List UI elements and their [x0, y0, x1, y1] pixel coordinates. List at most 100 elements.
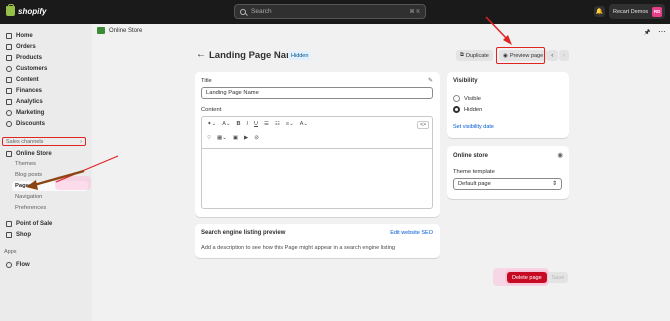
magic-icon[interactable]: ✎	[428, 77, 433, 84]
sidebar-item-point-of-sale[interactable]: Point of Sale	[4, 218, 88, 229]
sidebar-sub-themes[interactable]: Themes	[15, 159, 36, 169]
shopify-logo[interactable]: shopify	[6, 4, 46, 16]
delete-page-button[interactable]: Delete page	[507, 272, 547, 283]
title-input[interactable]: Landing Page Name	[201, 87, 433, 99]
clear-format-icon[interactable]: ⊘	[254, 135, 259, 141]
annotation-highlight-box	[496, 47, 545, 64]
sidebar-item-label: Orders	[16, 43, 36, 50]
shop-icon	[6, 231, 12, 238]
sidebar-item-home[interactable]: Home	[4, 30, 88, 41]
visibility-card: Visibility Visible Hidden Set visibility…	[447, 72, 569, 138]
link-icon[interactable]: ⚲	[207, 135, 211, 141]
select-value: Default page	[458, 181, 491, 187]
rich-text-toolbar: ✦⌄ A⌄ B I U ☰ ☷ ≡⌄ A⌄ <> ⚲ ▦⌄ ▣ ▶ ⊘	[201, 116, 433, 150]
sidebar-item-label: Analytics	[16, 98, 43, 105]
radio-label: Hidden	[464, 106, 483, 113]
search-bar[interactable]: Search ⌘ K	[234, 4, 426, 19]
visibility-title: Visibility	[453, 78, 478, 84]
bullet-list-icon[interactable]: ☰	[264, 121, 269, 127]
content-icon	[6, 76, 12, 83]
sidebar-sub-navigation[interactable]: Navigation	[15, 192, 42, 202]
save-button[interactable]: Save	[548, 272, 568, 283]
italic-icon[interactable]: I	[246, 121, 248, 127]
store-name: Recart Demos	[613, 8, 649, 15]
sales-channels-header[interactable]: Sales channels ›	[2, 137, 86, 146]
radio-circle	[453, 106, 460, 113]
content-editor[interactable]	[201, 148, 433, 209]
bold-icon[interactable]: B	[237, 121, 241, 127]
annotation-arrow-head	[503, 35, 512, 45]
breadcrumb-label: Online Store	[109, 27, 143, 34]
duplicate-button[interactable]: ⧉ Duplicate	[456, 50, 493, 61]
underline-icon[interactable]: U	[254, 121, 258, 127]
sidebar: Home Orders Products Customers Content F…	[0, 24, 92, 321]
seo-title: Search engine listing preview	[201, 230, 286, 236]
flow-icon	[6, 261, 12, 268]
numbered-list-icon[interactable]: ☷	[275, 121, 280, 127]
edit-seo-link[interactable]: Edit website SEO	[390, 230, 433, 236]
search-shortcut: ⌘ K	[409, 8, 420, 15]
breadcrumb[interactable]: Online Store	[97, 27, 142, 34]
sidebar-item-online-store[interactable]: Online Store	[4, 148, 88, 159]
online-store-icon	[97, 27, 105, 34]
previous-page-icon[interactable]: ‹	[547, 50, 558, 61]
duplicate-label: Duplicate	[465, 52, 489, 59]
sidebar-item-orders[interactable]: Orders	[4, 41, 88, 52]
sales-channels-label: Sales channels	[6, 138, 44, 145]
set-visibility-date-link[interactable]: Set visibility date	[453, 124, 494, 130]
radio-label: Visible	[464, 95, 481, 102]
table-icon[interactable]: ▦⌄	[217, 135, 227, 141]
sidebar-item-finances[interactable]: Finances	[4, 85, 88, 96]
avatar: RD	[652, 6, 663, 17]
toolbar-row-1: ✦⌄ A⌄ B I U ☰ ☷ ≡⌄ A⌄	[207, 121, 308, 127]
marketing-icon	[6, 109, 12, 116]
discounts-icon	[6, 120, 12, 127]
sidebar-item-label: Home	[16, 32, 33, 39]
video-icon[interactable]: ▶	[244, 135, 248, 141]
sidebar-item-products[interactable]: Products	[4, 52, 88, 63]
sidebar-item-discounts[interactable]: Discounts	[4, 118, 88, 129]
sidebar-item-marketing[interactable]: Marketing	[4, 107, 88, 118]
home-icon	[6, 32, 12, 39]
sidebar-item-label: Discounts	[16, 120, 46, 127]
hidden-radio[interactable]: Hidden	[453, 106, 482, 113]
content-label: Content	[201, 107, 222, 113]
sidebar-item-analytics[interactable]: Analytics	[4, 96, 88, 107]
sidebar-item-customers[interactable]: Customers	[4, 63, 88, 74]
duplicate-icon: ⧉	[460, 52, 464, 58]
sidebar-item-flow[interactable]: Flow	[4, 259, 88, 270]
text-style-icon[interactable]: A⌄	[222, 121, 230, 127]
customers-icon	[6, 65, 12, 72]
chevron-updown-icon: ⇕	[552, 181, 557, 187]
status-badge: Hidden	[288, 51, 312, 60]
notification-bell-icon[interactable]: 🔔	[594, 6, 605, 17]
text-color-icon[interactable]: A⌄	[300, 121, 308, 127]
code-view-icon[interactable]: <>	[417, 121, 429, 129]
products-icon	[6, 54, 12, 61]
sidebar-item-label: Online Store	[16, 150, 52, 157]
seo-description: Add a description to see how this Page m…	[201, 245, 396, 251]
online-store-title: Online store	[453, 153, 489, 159]
back-arrow-icon[interactable]: ←	[196, 49, 206, 60]
align-icon[interactable]: ≡⌄	[286, 121, 294, 127]
store-switcher[interactable]: Recart Demos RD	[609, 4, 666, 19]
sidebar-sub-blog-posts[interactable]: Blog posts	[15, 170, 42, 180]
title-label: Title	[201, 78, 212, 84]
chevron-right-icon: ›	[80, 138, 82, 145]
apps-section-label: Apps	[4, 249, 17, 255]
top-bar: shopify Search ⌘ K 🔔 Recart Demos RD	[0, 0, 670, 24]
more-icon[interactable]: ⋯	[658, 27, 666, 36]
image-icon[interactable]: ▣	[233, 135, 238, 141]
visible-radio[interactable]: Visible	[453, 95, 481, 102]
next-page-icon[interactable]: ›	[558, 50, 569, 61]
sidebar-item-content[interactable]: Content	[4, 74, 88, 85]
pin-icon[interactable]: 🖈	[644, 28, 650, 39]
theme-template-select[interactable]: Default page ⇕	[453, 178, 562, 190]
sidebar-item-shop[interactable]: Shop	[4, 229, 88, 240]
sidebar-sub-preferences[interactable]: Preferences	[15, 203, 46, 213]
finances-icon	[6, 87, 12, 94]
eye-icon[interactable]: ◉	[557, 151, 563, 159]
point-of-sale-icon	[6, 220, 12, 227]
magic-wand-icon[interactable]: ✦⌄	[207, 121, 216, 127]
online-store-icon	[6, 150, 12, 157]
